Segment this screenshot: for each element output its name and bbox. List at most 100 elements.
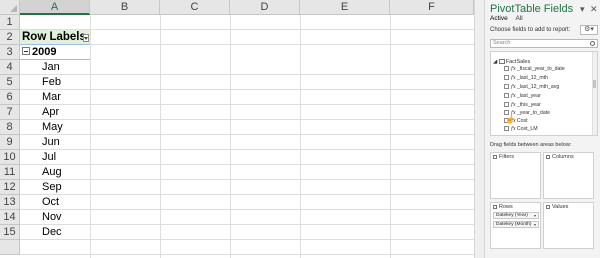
pivot-month-item[interactable]: Apr [42, 105, 59, 120]
row-header-2[interactable]: 2 [0, 30, 20, 45]
checkbox[interactable] [504, 66, 509, 72]
pivot-month-item[interactable]: Jun [42, 135, 60, 150]
pivot-month-item[interactable]: Jul [42, 150, 56, 165]
column-header-f[interactable]: F [390, 0, 474, 15]
pivot-year-2009[interactable]: 2009 [22, 45, 56, 60]
tab-all[interactable]: All [516, 15, 523, 22]
table-node-factsales[interactable]: ◢ FactSales [493, 59, 530, 65]
calculated-field-icon: fx [511, 126, 516, 132]
row-header-11[interactable]: 11 [0, 165, 20, 180]
field-item[interactable]: fx_last_12_mth_avg [504, 84, 559, 91]
hand-cursor-icon: ☝ [505, 115, 515, 124]
values-area[interactable]: Values [543, 202, 594, 249]
columns-icon [546, 154, 550, 159]
row-field-chip[interactable]: Datekey (Year) [493, 212, 539, 219]
row-header-12[interactable]: 12 [0, 180, 20, 195]
field-search-input[interactable]: Search [490, 39, 598, 48]
rows-area[interactable]: Rows Datekey (Year) Datekey (Month) [490, 202, 541, 249]
field-label: Cost [516, 118, 528, 124]
pivot-month-item[interactable]: Mar [42, 90, 61, 105]
row-header-3[interactable]: 3 [0, 45, 20, 60]
column-header-c[interactable]: C [160, 0, 230, 15]
chevron-down-icon[interactable]: ▾ [580, 4, 585, 15]
gear-icon[interactable]: ⚙▾ [580, 25, 598, 35]
pivot-month-item[interactable]: Jan [42, 60, 60, 75]
row-header-15[interactable]: 15 [0, 225, 20, 240]
column-header-a[interactable]: A [20, 0, 90, 15]
search-placeholder: Search [493, 40, 511, 46]
calculated-field-icon: fx [511, 93, 516, 99]
row-header-4[interactable]: 4 [0, 60, 20, 75]
pivot-month-item[interactable]: May [42, 120, 63, 135]
values-area-title: Values [552, 204, 569, 210]
row-header-16[interactable] [0, 240, 20, 255]
field-item[interactable]: fx_last_year [504, 93, 541, 100]
field-label: _last_12_mth_avg [516, 84, 560, 90]
row-header-7[interactable]: 7 [0, 105, 20, 120]
row-header-8[interactable]: 8 [0, 120, 20, 135]
filters-area-title: Filters [499, 154, 514, 160]
field-label: _year_to_date [516, 110, 551, 116]
column-header-b[interactable]: B [90, 0, 160, 15]
field-item[interactable]: fx_this_year [504, 102, 541, 109]
pivot-month-item[interactable]: Sep [42, 180, 62, 195]
checkbox[interactable] [504, 75, 509, 81]
row-header-13[interactable]: 13 [0, 195, 20, 210]
pane-tabs: Active All [490, 15, 529, 22]
pivot-month-item[interactable]: Oct [42, 195, 59, 210]
select-all-corner[interactable] [0, 0, 20, 15]
close-icon[interactable]: ✕ [590, 4, 598, 15]
checkbox[interactable] [504, 102, 509, 108]
pivot-row-labels-header[interactable]: Row Labels [20, 30, 90, 45]
rows-area-title: Rows [499, 204, 513, 210]
rows-icon [493, 204, 497, 209]
table-icon [498, 59, 505, 65]
pivot-month-item[interactable]: Dec [42, 225, 62, 240]
row-header-10[interactable]: 10 [0, 150, 20, 165]
field-list[interactable]: ◢ FactSales fx_fiscal_year_to_date fx_la… [490, 51, 598, 136]
calculated-field-icon: fx [511, 84, 516, 90]
field-item[interactable]: fx_last_12_mth [504, 75, 548, 82]
checkbox[interactable] [504, 84, 509, 90]
columns-area[interactable]: Columns [543, 152, 594, 199]
field-label: _last_year [516, 93, 541, 99]
field-label: _last_12_mth [516, 75, 549, 81]
tab-active[interactable]: Active [490, 15, 508, 22]
sigma-icon [546, 204, 550, 209]
search-icon [590, 41, 595, 46]
drag-fields-label: Drag fields between areas below: [490, 142, 572, 148]
row-labels-filter-button[interactable] [83, 34, 89, 42]
field-item[interactable]: fx_fiscal_year_to_date [504, 66, 565, 73]
filters-area[interactable]: Filters [490, 152, 541, 199]
checkbox[interactable] [504, 93, 509, 99]
field-label: _fiscal_year_to_date [516, 66, 565, 72]
pivot-month-item[interactable]: Feb [42, 75, 61, 90]
field-item[interactable]: fxCost_LM [504, 126, 538, 133]
filter-icon [493, 154, 497, 159]
calculated-field-icon: fx [511, 75, 516, 81]
row-header-14[interactable]: 14 [0, 210, 20, 225]
choose-fields-label: Choose fields to add to report: [490, 27, 571, 33]
row-field-chip[interactable]: Datekey (Month) [493, 221, 539, 228]
pivot-fields-pane: PivotTable Fields ▾ ✕ Active All Choose … [484, 0, 600, 258]
row-header-1[interactable]: 1 [0, 15, 20, 30]
calculated-field-icon: fx [511, 102, 516, 108]
field-list-scrollbar[interactable] [592, 52, 597, 135]
sheet-vertical-scrollbar[interactable] [474, 0, 484, 258]
pivot-year-label: 2009 [32, 46, 57, 58]
columns-area-title: Columns [552, 154, 574, 160]
excel-window: A B C D E F 1 2 3 4 5 6 7 8 9 10 11 12 1… [0, 0, 600, 258]
row-header-9[interactable]: 9 [0, 135, 20, 150]
row-header-6[interactable]: 6 [0, 90, 20, 105]
spreadsheet-grid[interactable]: A B C D E F 1 2 3 4 5 6 7 8 9 10 11 12 1… [0, 0, 474, 258]
column-header-e[interactable]: E [300, 0, 390, 15]
column-header-d[interactable]: D [230, 0, 300, 15]
pivot-month-item[interactable]: Nov [42, 210, 62, 225]
checkbox[interactable] [504, 126, 509, 132]
pane-title: PivotTable Fields [490, 3, 574, 15]
scrollbar-thumb[interactable] [593, 80, 596, 88]
field-label: _this_year [516, 102, 541, 108]
pivot-month-item[interactable]: Aug [42, 165, 62, 180]
row-header-5[interactable]: 5 [0, 75, 20, 90]
collapse-icon[interactable] [22, 47, 30, 56]
